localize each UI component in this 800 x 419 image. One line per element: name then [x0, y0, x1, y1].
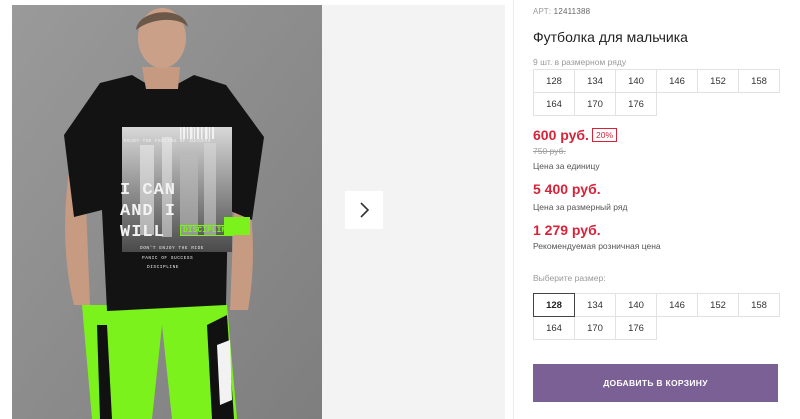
size-option[interactable]: 170 — [574, 316, 616, 340]
size-option[interactable]: 146 — [656, 293, 698, 317]
retail-price-caption: Рекомендуемая розничная цена — [533, 241, 661, 251]
range-size-cell: 176 — [615, 92, 657, 116]
size-option-selected[interactable]: 128 — [533, 293, 575, 317]
chevron-right-icon — [360, 202, 370, 218]
price: 600 руб. — [533, 127, 589, 143]
range-size-cell: 164 — [533, 92, 575, 116]
add-to-cart-button[interactable]: ДОБАВИТЬ В КОРЗИНУ — [533, 364, 778, 402]
shirt-print-badge: DISCIPLINE — [180, 225, 235, 236]
shirt-print-line-1: I CAN — [120, 181, 177, 200]
product-info: АРТ: 12411388 Футболка для мальчика 9 шт… — [533, 0, 800, 419]
article-number: АРТ: 12411388 — [533, 7, 590, 16]
range-price: 5 400 руб. — [533, 181, 601, 197]
shirt-print-line-2: AND I — [120, 202, 177, 221]
old-price: 750 руб. — [533, 146, 566, 156]
shirt-print-line-3: WILL — [120, 223, 165, 242]
product-title: Футболка для мальчика — [533, 29, 688, 45]
range-size-cell: 140 — [615, 69, 657, 93]
choose-size-label: Выберите размер: — [533, 273, 606, 283]
range-price-caption: Цена за размерный ряд — [533, 202, 628, 212]
size-selector: 128 134 140 146 152 158 164 170 176 — [533, 293, 783, 340]
product-photo: ENJOY THE FEELING OF SUCCESS I CAN AND I… — [12, 5, 322, 419]
range-size-cell: 134 — [574, 69, 616, 93]
range-size-cell: 152 — [697, 69, 739, 93]
range-size-cell: 146 — [656, 69, 698, 93]
unit-price-caption: Цена за единицу — [533, 161, 600, 171]
shirt-print-small-3: DISCIPLINE — [147, 265, 180, 270]
range-size-grid: 128 134 140 146 152 158 164 170 176 — [533, 69, 783, 116]
range-size-cell: 128 — [533, 69, 575, 93]
size-option[interactable]: 164 — [533, 316, 575, 340]
shirt-print-small-2: PANIC OF SUCCESS — [142, 256, 194, 261]
size-option[interactable]: 134 — [574, 293, 616, 317]
range-size-cell: 170 — [574, 92, 616, 116]
shirt-print-small-1: DON'T ENJOY THE RIDE — [140, 246, 205, 251]
size-option[interactable]: 176 — [615, 316, 657, 340]
divider — [513, 0, 514, 419]
article-value: 12411388 — [553, 7, 591, 16]
size-option[interactable]: 158 — [738, 293, 780, 317]
product-gallery: ENJOY THE FEELING OF SUCCESS I CAN AND I… — [0, 0, 515, 419]
range-note: 9 шт. в размерном ряду — [533, 57, 627, 67]
size-option[interactable]: 140 — [615, 293, 657, 317]
retail-price: 1 279 руб. — [533, 222, 601, 238]
range-size-cell: 158 — [738, 69, 780, 93]
article-label: АРТ: — [533, 7, 552, 16]
shirt-print-top: ENJOY THE FEELING OF SUCCESS — [124, 139, 211, 144]
size-option[interactable]: 152 — [697, 293, 739, 317]
gallery-next-button[interactable] — [345, 191, 383, 229]
discount-badge: 20% — [592, 128, 618, 142]
